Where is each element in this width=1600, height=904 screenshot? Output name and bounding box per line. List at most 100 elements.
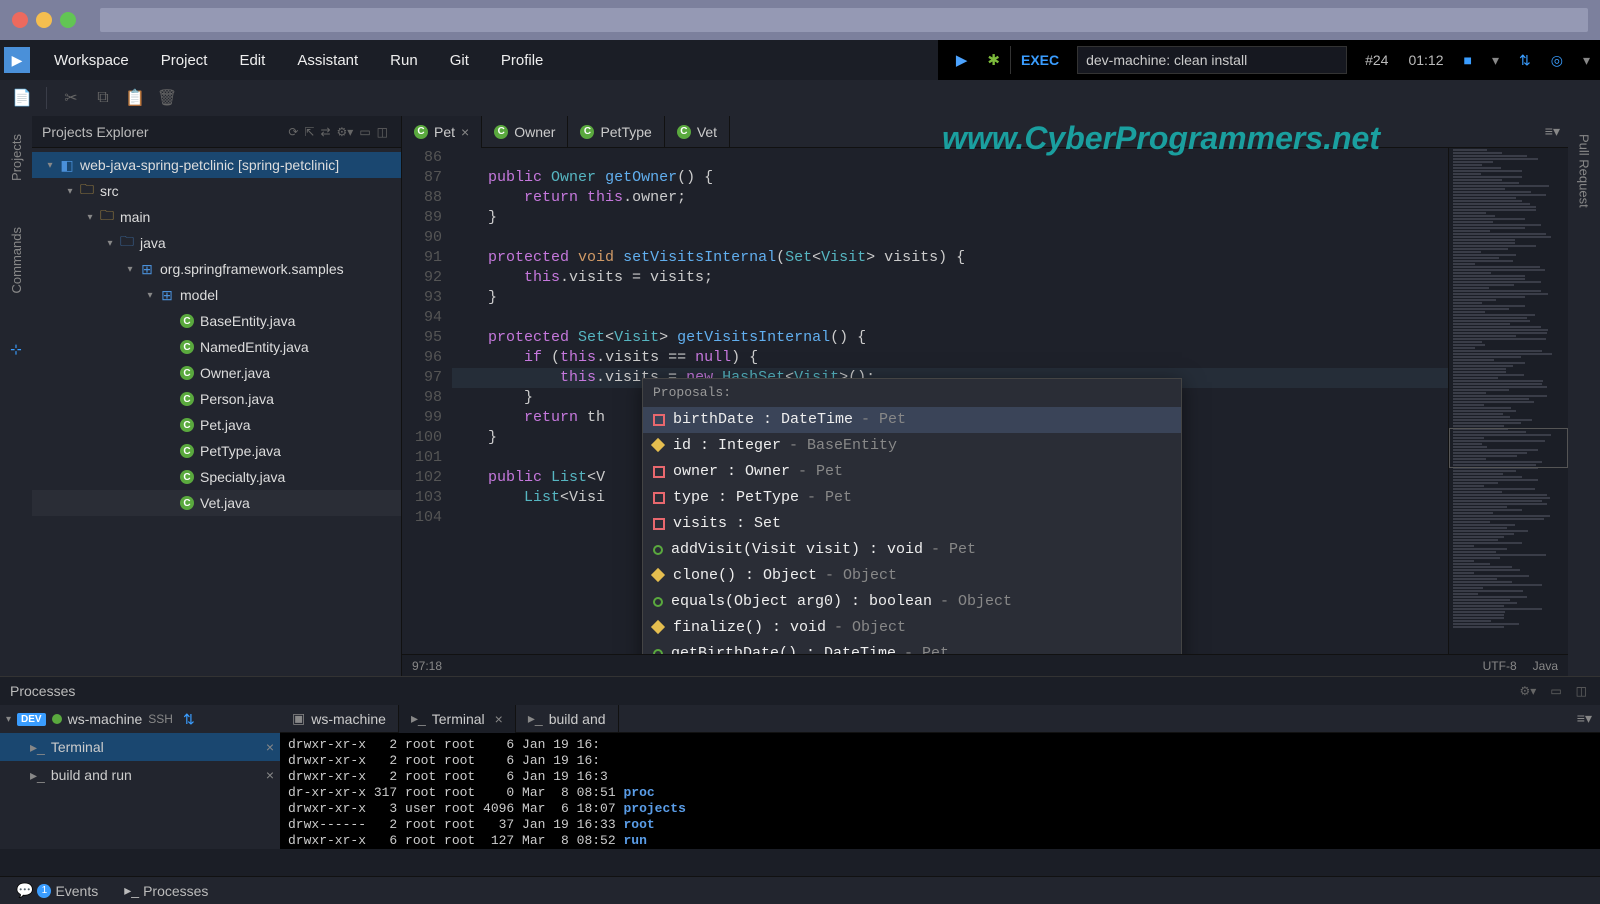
menu-project[interactable]: Project: [145, 52, 224, 69]
events-label: Events: [55, 883, 98, 899]
terminal-tabs-dropdown-icon[interactable]: ≡▾: [1577, 710, 1592, 726]
terminal-output[interactable]: drwxr-xr-x 2 root root 6 Jan 19 16: drwx…: [280, 733, 1600, 849]
process-machine[interactable]: ▾ DEV ws-machine SSH ⇅: [0, 705, 280, 733]
collapse-icon[interactable]: ⇱: [301, 125, 317, 139]
menu-edit[interactable]: Edit: [223, 52, 281, 69]
close-tab-icon[interactable]: ×: [461, 124, 469, 140]
terminal-tabs: ▣ws-machine▸_Terminal×▸_build and ≡▾: [280, 705, 1600, 733]
run-command-input[interactable]: [1077, 46, 1347, 74]
expand-menu-button[interactable]: ▶: [4, 47, 30, 73]
terminal-tab[interactable]: ▸_Terminal×: [399, 705, 516, 733]
processes-label: Processes: [143, 883, 208, 899]
dock-panel-icon[interactable]: ◫: [374, 125, 391, 139]
editor-tabs-dropdown-icon[interactable]: ≡▾: [1545, 123, 1560, 140]
processes-header: Processes ⚙▾ ▭ ◫: [0, 677, 1600, 705]
autocomplete-popup[interactable]: Proposals: birthDate : DateTime - Petid …: [642, 378, 1182, 654]
minimize-window-button[interactable]: [36, 12, 52, 28]
tree-node[interactable]: CSpecialty.java: [32, 464, 401, 490]
processes-gear-icon[interactable]: ⚙▾: [1517, 684, 1540, 698]
close-tab-icon[interactable]: ×: [495, 711, 503, 727]
proposal-item[interactable]: finalize() : void - Object: [643, 615, 1181, 641]
ssh-icon[interactable]: ⇅: [183, 711, 195, 728]
close-process-icon[interactable]: ×: [266, 739, 274, 755]
events-count-badge: 1: [37, 884, 51, 898]
editor-tab-owner[interactable]: COwner: [482, 116, 568, 148]
tree-node[interactable]: ▾◧web-java-spring-petclinic [spring-petc…: [32, 152, 401, 178]
processes-minimize-icon[interactable]: ▭: [1547, 684, 1564, 698]
tree-node[interactable]: CPetType.java: [32, 438, 401, 464]
remote-icon[interactable]: ⇅: [1509, 52, 1541, 69]
gear-icon[interactable]: ⚙▾: [334, 125, 357, 139]
close-window-button[interactable]: [12, 12, 28, 28]
process-item[interactable]: ▸_build and run×: [0, 761, 280, 789]
left-vertical-tabs: Projects Commands ⊹: [0, 116, 32, 676]
tree-node[interactable]: CBaseEntity.java: [32, 308, 401, 334]
proposal-item[interactable]: visits : Set: [643, 511, 1181, 537]
terminal-tab[interactable]: ▸_build and: [516, 705, 619, 733]
maximize-window-button[interactable]: [60, 12, 76, 28]
processes-dock-icon[interactable]: ◫: [1573, 684, 1590, 698]
target-dropdown-icon[interactable]: ▾: [1573, 52, 1600, 69]
minimap[interactable]: [1448, 148, 1568, 654]
vtab-extra-icon[interactable]: ⊹: [10, 341, 22, 358]
menu-assistant[interactable]: Assistant: [281, 52, 374, 69]
editor-tab-pettype[interactable]: CPetType: [568, 116, 664, 148]
run-dropdown-icon[interactable]: ▾: [1482, 52, 1509, 69]
delete-icon[interactable]: 🗑: [153, 84, 181, 112]
project-tree[interactable]: ▾◧web-java-spring-petclinic [spring-petc…: [32, 148, 401, 676]
projects-explorer-panel: Projects Explorer ⟳ ⇱ ⇄ ⚙▾ ▭ ◫ ▾◧web-jav…: [32, 116, 402, 676]
target-icon[interactable]: ◎: [1541, 52, 1573, 69]
vtab-commands[interactable]: Commands: [9, 219, 24, 301]
proposal-item[interactable]: equals(Object arg0) : boolean - Object: [643, 589, 1181, 615]
tree-node[interactable]: ▾🗀main: [32, 204, 401, 230]
proposals-title: Proposals:: [643, 379, 1181, 407]
menu-bar: ▶ WorkspaceProjectEditAssistantRunGitPro…: [0, 40, 1600, 80]
menu-git[interactable]: Git: [434, 52, 485, 69]
processes-tree[interactable]: ▾ DEV ws-machine SSH ⇅ ▸_Terminal×▸_buil…: [0, 705, 280, 849]
menu-workspace[interactable]: Workspace: [38, 52, 145, 69]
status-events[interactable]: 💬 1 Events: [8, 882, 106, 899]
proposal-item[interactable]: type : PetType - Pet: [643, 485, 1181, 511]
link-icon[interactable]: ⇄: [317, 125, 333, 139]
tree-node[interactable]: CPet.java: [32, 412, 401, 438]
menu-run[interactable]: Run: [374, 52, 434, 69]
code-editor[interactable]: 8687888990919293949596979899100101102103…: [402, 148, 1568, 654]
tree-node[interactable]: ▾🗀java: [32, 230, 401, 256]
dev-badge: DEV: [17, 713, 46, 726]
proposal-item[interactable]: id : Integer - BaseEntity: [643, 433, 1181, 459]
exec-label: EXEC: [1010, 46, 1069, 74]
stop-button[interactable]: ■: [1454, 52, 1482, 68]
close-process-icon[interactable]: ×: [266, 767, 274, 783]
status-processes[interactable]: ▸_ Processes: [116, 882, 216, 899]
proposal-item[interactable]: getBirthDate() : DateTime - Pet: [643, 641, 1181, 654]
new-file-icon[interactable]: 📄: [8, 84, 36, 112]
process-item[interactable]: ▸_Terminal×: [0, 733, 280, 761]
proposal-item[interactable]: owner : Owner - Pet: [643, 459, 1181, 485]
ssh-label: SSH: [148, 712, 173, 726]
vtab-projects[interactable]: Projects: [9, 126, 24, 189]
tree-node[interactable]: CNamedEntity.java: [32, 334, 401, 360]
tree-node[interactable]: ▾⊞model: [32, 282, 401, 308]
cut-icon[interactable]: ✂: [57, 84, 85, 112]
vtab-pull-request[interactable]: Pull Request: [1577, 126, 1592, 216]
machine-name: ws-machine: [68, 711, 143, 727]
tree-node[interactable]: CVet.java: [32, 490, 401, 516]
editor-tab-vet[interactable]: CVet: [665, 116, 730, 148]
run-button[interactable]: ▶: [946, 51, 978, 69]
window-titlebar: [0, 0, 1600, 40]
copy-icon[interactable]: ⧉: [89, 84, 117, 112]
tree-node[interactable]: CPerson.java: [32, 386, 401, 412]
tree-node[interactable]: COwner.java: [32, 360, 401, 386]
editor-tab-pet[interactable]: CPet×: [402, 116, 482, 148]
tree-node[interactable]: ▾⊞org.springframework.samples: [32, 256, 401, 282]
refresh-icon[interactable]: ⟳: [285, 125, 301, 139]
paste-icon[interactable]: 📋: [121, 84, 149, 112]
debug-button[interactable]: ✱: [977, 51, 1010, 69]
terminal-tab[interactable]: ▣ws-machine: [280, 705, 399, 733]
proposal-item[interactable]: addVisit(Visit visit) : void - Pet: [643, 537, 1181, 563]
menu-profile[interactable]: Profile: [485, 52, 560, 69]
proposal-item[interactable]: clone() : Object - Object: [643, 563, 1181, 589]
tree-node[interactable]: ▾🗀src: [32, 178, 401, 204]
minimize-panel-icon[interactable]: ▭: [356, 125, 373, 139]
proposal-item[interactable]: birthDate : DateTime - Pet: [643, 407, 1181, 433]
